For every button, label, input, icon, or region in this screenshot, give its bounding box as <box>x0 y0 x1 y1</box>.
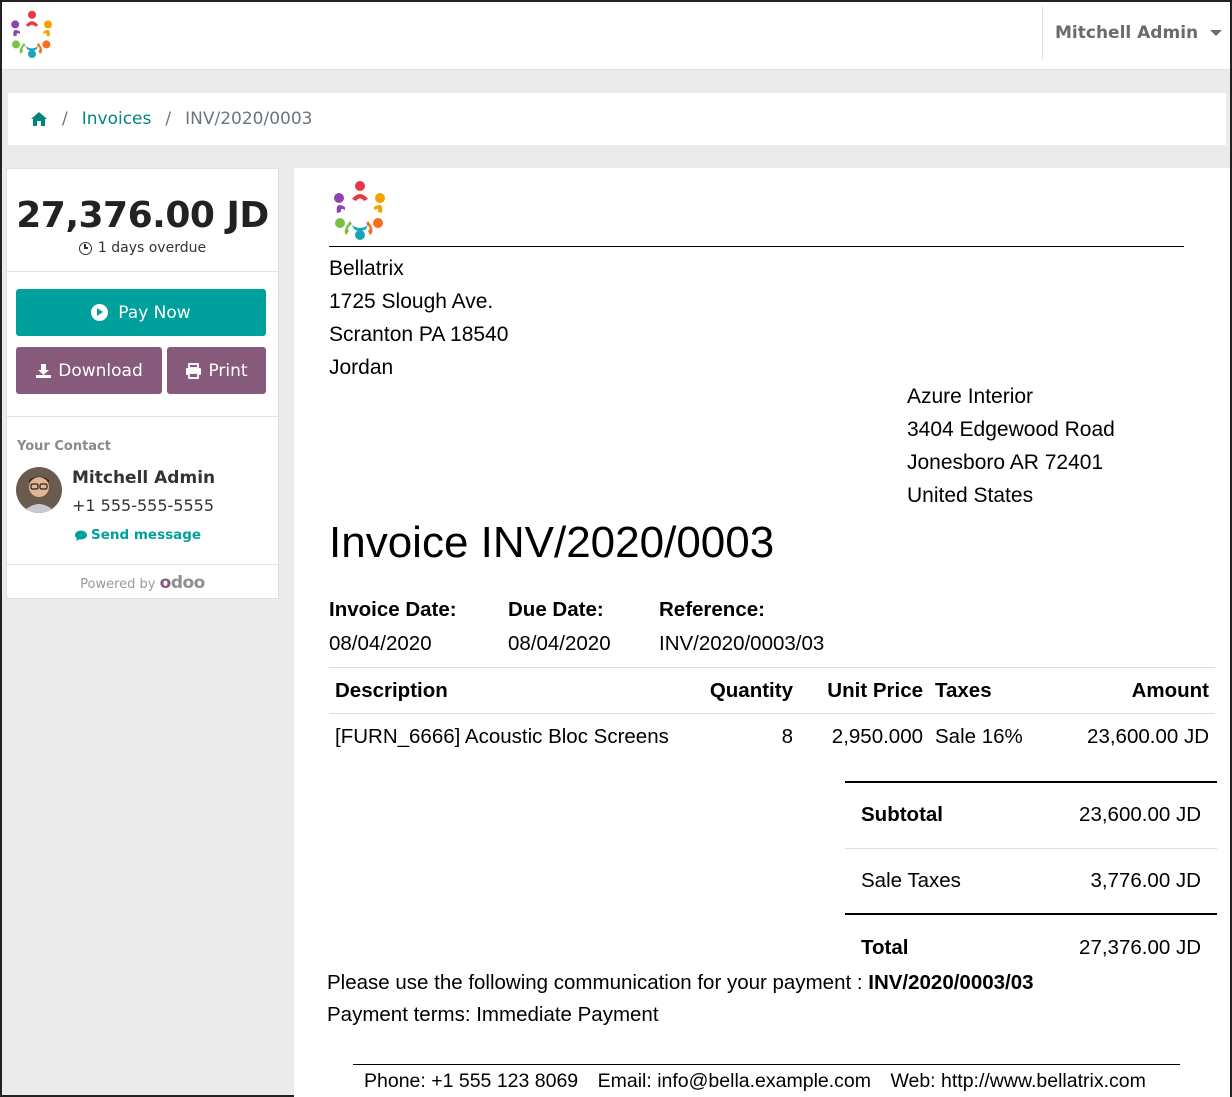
due-date-block: Due Date: 08/04/2020 <box>508 598 611 656</box>
amount-summary: 27,376.00 JD 1 days overdue <box>7 169 278 272</box>
send-message-link[interactable]: Send message <box>74 527 201 543</box>
invoice-date-value: 08/04/2020 <box>329 632 432 655</box>
customer-country: United States <box>907 484 1034 507</box>
table-header-row: Description Quantity Unit Price Taxes Am… <box>329 667 1215 714</box>
communication-line: Please use the following communication f… <box>327 967 1034 999</box>
header-divider <box>329 246 1184 247</box>
table-row: [FURN_6666] Acoustic Bloc Screens 8 2,95… <box>329 714 1215 760</box>
line-quantity: 8 <box>781 724 793 748</box>
customer-address: Azure Interior 3404 Edgewood Road Jonesb… <box>907 380 1115 512</box>
footer-web: Web: http://www.bellatrix.com <box>890 1070 1146 1092</box>
download-label: Download <box>58 360 143 381</box>
odoo-logo-o: o <box>159 573 172 593</box>
reference-value: INV/2020/0003/03 <box>659 632 825 655</box>
subtotal-row: Subtotal 23,600.00 JD <box>845 781 1217 848</box>
overdue-text: 1 days overdue <box>97 240 207 256</box>
taxes-label: Sale Taxes <box>845 847 1017 914</box>
invoice-document: Bellatrix 1725 Slough Ave. Scranton PA 1… <box>294 168 1230 1097</box>
communication-text: Please use the following communication f… <box>327 971 869 994</box>
invoice-footer: Phone: +1 555 123 8069 Email: info@bella… <box>364 1070 1160 1093</box>
company-logo-icon[interactable] <box>8 8 56 60</box>
customer-street: 3404 Edgewood Road <box>907 418 1115 441</box>
contact-heading: Your Contact <box>17 439 111 454</box>
download-icon <box>36 363 52 378</box>
contact-avatar <box>16 467 62 513</box>
contact-name: Mitchell Admin <box>72 468 216 488</box>
amount-due: 27,376.00 JD <box>16 195 269 236</box>
taxes-row: Sale Taxes 3,776.00 JD <box>845 847 1217 914</box>
company-address: Bellatrix 1725 Slough Ave. Scranton PA 1… <box>329 252 508 384</box>
breadcrumb: / Invoices / INV/2020/0003 <box>8 93 1226 145</box>
invoice-sidebar: 27,376.00 JD 1 days overdue Pay Now Down… <box>6 168 279 599</box>
line-unit-price: 2,950.000 <box>831 724 923 748</box>
print-button[interactable]: Print <box>167 347 266 394</box>
home-icon[interactable] <box>30 111 48 127</box>
breadcrumb-current: INV/2020/0003 <box>185 109 313 129</box>
breadcrumb-separator: / <box>165 109 172 129</box>
footer-email: Email: info@bella.example.com <box>597 1070 872 1092</box>
totals-table: Subtotal 23,600.00 JD Sale Taxes 3,776.0… <box>845 781 1217 980</box>
print-icon <box>186 362 202 379</box>
footer-phone: Phone: +1 555 123 8069 <box>364 1070 579 1092</box>
contact-section: Your Contact Mitchell Admin +1 555-555-5… <box>7 417 278 565</box>
user-menu-dropdown[interactable]: Mitchell Admin <box>1042 6 1230 60</box>
top-navbar: Mitchell Admin <box>2 2 1230 70</box>
arrow-circle-right-icon <box>91 304 109 321</box>
payment-communication: Please use the following communication f… <box>327 967 1034 1031</box>
company-city: Scranton PA 18540 <box>329 323 509 346</box>
powered-by: Powered by odoo <box>7 565 278 593</box>
user-name: Mitchell Admin <box>1055 23 1199 43</box>
print-label: Print <box>208 360 248 381</box>
company-logo-icon <box>334 181 385 240</box>
company-name: Bellatrix <box>329 257 404 280</box>
download-button[interactable]: Download <box>16 347 162 394</box>
pay-now-button[interactable]: Pay Now <box>16 289 266 336</box>
invoice-date-label: Invoice Date: <box>329 598 457 621</box>
payment-terms: Payment terms: Immediate Payment <box>327 1003 659 1026</box>
footer-divider <box>353 1064 1180 1065</box>
communication-ref: INV/2020/0003/03 <box>868 971 1034 994</box>
overdue-status: 1 days overdue <box>7 240 278 256</box>
company-street: 1725 Slough Ave. <box>329 290 494 313</box>
col-description: Description <box>329 667 689 714</box>
col-unit-price: Unit Price <box>799 667 929 714</box>
action-buttons: Pay Now Download Print <box>7 272 278 417</box>
col-taxes: Taxes <box>929 667 1039 714</box>
odoo-logo-rest: doo <box>170 573 206 593</box>
send-message-label: Send message <box>91 527 202 543</box>
odoo-logo[interactable]: odoo <box>159 573 206 593</box>
invoice-title: Invoice INV/2020/0003 <box>329 518 775 567</box>
subtotal-label: Subtotal <box>845 781 1017 848</box>
caret-down-icon <box>1210 30 1223 36</box>
col-quantity: Quantity <box>689 667 799 714</box>
due-date-label: Due Date: <box>508 598 604 621</box>
line-taxes: Sale 16% <box>935 724 1023 748</box>
line-amount: 23,600.00 JD <box>1087 724 1209 748</box>
invoice-lines-table: Description Quantity Unit Price Taxes Am… <box>329 667 1215 760</box>
due-date-value: 08/04/2020 <box>508 632 611 655</box>
reference-block: Reference: INV/2020/0003/03 <box>659 598 824 656</box>
powered-by-text: Powered by <box>80 577 156 592</box>
comments-icon <box>75 530 87 541</box>
reference-label: Reference: <box>659 598 765 621</box>
pay-now-label: Pay Now <box>118 302 191 323</box>
breadcrumb-separator: / <box>62 109 68 129</box>
clock-icon <box>78 241 92 255</box>
breadcrumb-invoices-link[interactable]: Invoices <box>82 109 152 129</box>
taxes-value: 3,776.00 JD <box>1016 847 1217 914</box>
line-description: [FURN_6666] Acoustic Bloc Screens <box>335 724 669 748</box>
subtotal-value: 23,600.00 JD <box>1016 781 1217 848</box>
company-country: Jordan <box>329 356 394 379</box>
total-value: 27,376.00 JD <box>1016 913 1217 980</box>
customer-name: Azure Interior <box>907 385 1034 408</box>
invoice-date-block: Invoice Date: 08/04/2020 <box>329 598 457 656</box>
customer-city: Jonesboro AR 72401 <box>907 451 1104 474</box>
col-amount: Amount <box>1039 667 1215 714</box>
contact-phone: +1 555-555-5555 <box>72 496 215 515</box>
